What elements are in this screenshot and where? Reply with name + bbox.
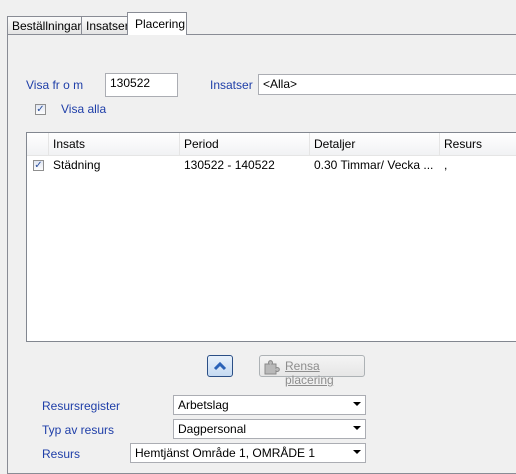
insatser-select-value: <Alla>: [263, 77, 298, 91]
rensa-placering-button[interactable]: Rensa placering: [259, 355, 365, 387]
tab-bestallningar[interactable]: Beställningar: [7, 16, 82, 35]
tab-insatser[interactable]: Insatser: [81, 16, 129, 35]
insatser-label: Insatser: [210, 78, 253, 92]
visa-from-label: Visa fr o m: [26, 78, 84, 92]
table-row[interactable]: ✓ Städning 130522 - 140522 0.30 Timmar/ …: [27, 155, 516, 175]
resursregister-value: Arbetslag: [178, 398, 229, 412]
visa-from-input[interactable]: 130522: [105, 73, 178, 97]
placering-list[interactable]: Insats Period Detaljer Resurs ✓ Städning…: [26, 132, 516, 342]
column-header-detaljer[interactable]: Detaljer: [310, 133, 440, 155]
column-header-resurs[interactable]: Resurs: [440, 133, 516, 155]
tab-placering[interactable]: Placering: [127, 12, 187, 35]
puzzle-icon: [264, 360, 280, 375]
visa-alla-label: Visa alla: [61, 102, 107, 116]
cell-resurs: ,: [444, 158, 448, 172]
cell-insats: Städning: [53, 158, 101, 172]
resursregister-label: Resursregister: [42, 399, 121, 413]
rensa-placering-label: Rensa placering: [285, 359, 334, 387]
row-checkbox[interactable]: ✓: [33, 160, 44, 171]
chevron-down-icon: [353, 450, 361, 454]
column-header-insats[interactable]: Insats: [49, 133, 180, 155]
typ-av-resurs-select[interactable]: Dagpersonal: [173, 419, 366, 439]
chevron-down-icon: [353, 426, 361, 430]
chevron-up-icon: [213, 361, 227, 371]
resurs-value: Hemtjänst Område 1, OMRÅDE 1: [135, 446, 316, 460]
resurs-label: Resurs: [42, 447, 81, 461]
resursregister-select[interactable]: Arbetslag: [173, 395, 366, 415]
insatser-select[interactable]: <Alla>: [258, 74, 516, 95]
visa-alla-checkbox[interactable]: ✓: [35, 104, 46, 115]
chevron-down-icon: [353, 402, 361, 406]
resurs-select[interactable]: Hemtjänst Område 1, OMRÅDE 1: [130, 443, 366, 463]
column-header-period[interactable]: Period: [180, 133, 310, 155]
move-up-button[interactable]: [207, 355, 233, 377]
typ-av-resurs-value: Dagpersonal: [178, 422, 247, 436]
cell-period: 130522 - 140522: [184, 158, 275, 172]
list-header: Insats Period Detaljer Resurs: [27, 133, 516, 156]
cell-detaljer: 0.30 Timmar/ Vecka ...: [314, 158, 434, 172]
typ-av-resurs-label: Typ av resurs: [42, 423, 115, 437]
list-header-check[interactable]: [27, 133, 49, 155]
